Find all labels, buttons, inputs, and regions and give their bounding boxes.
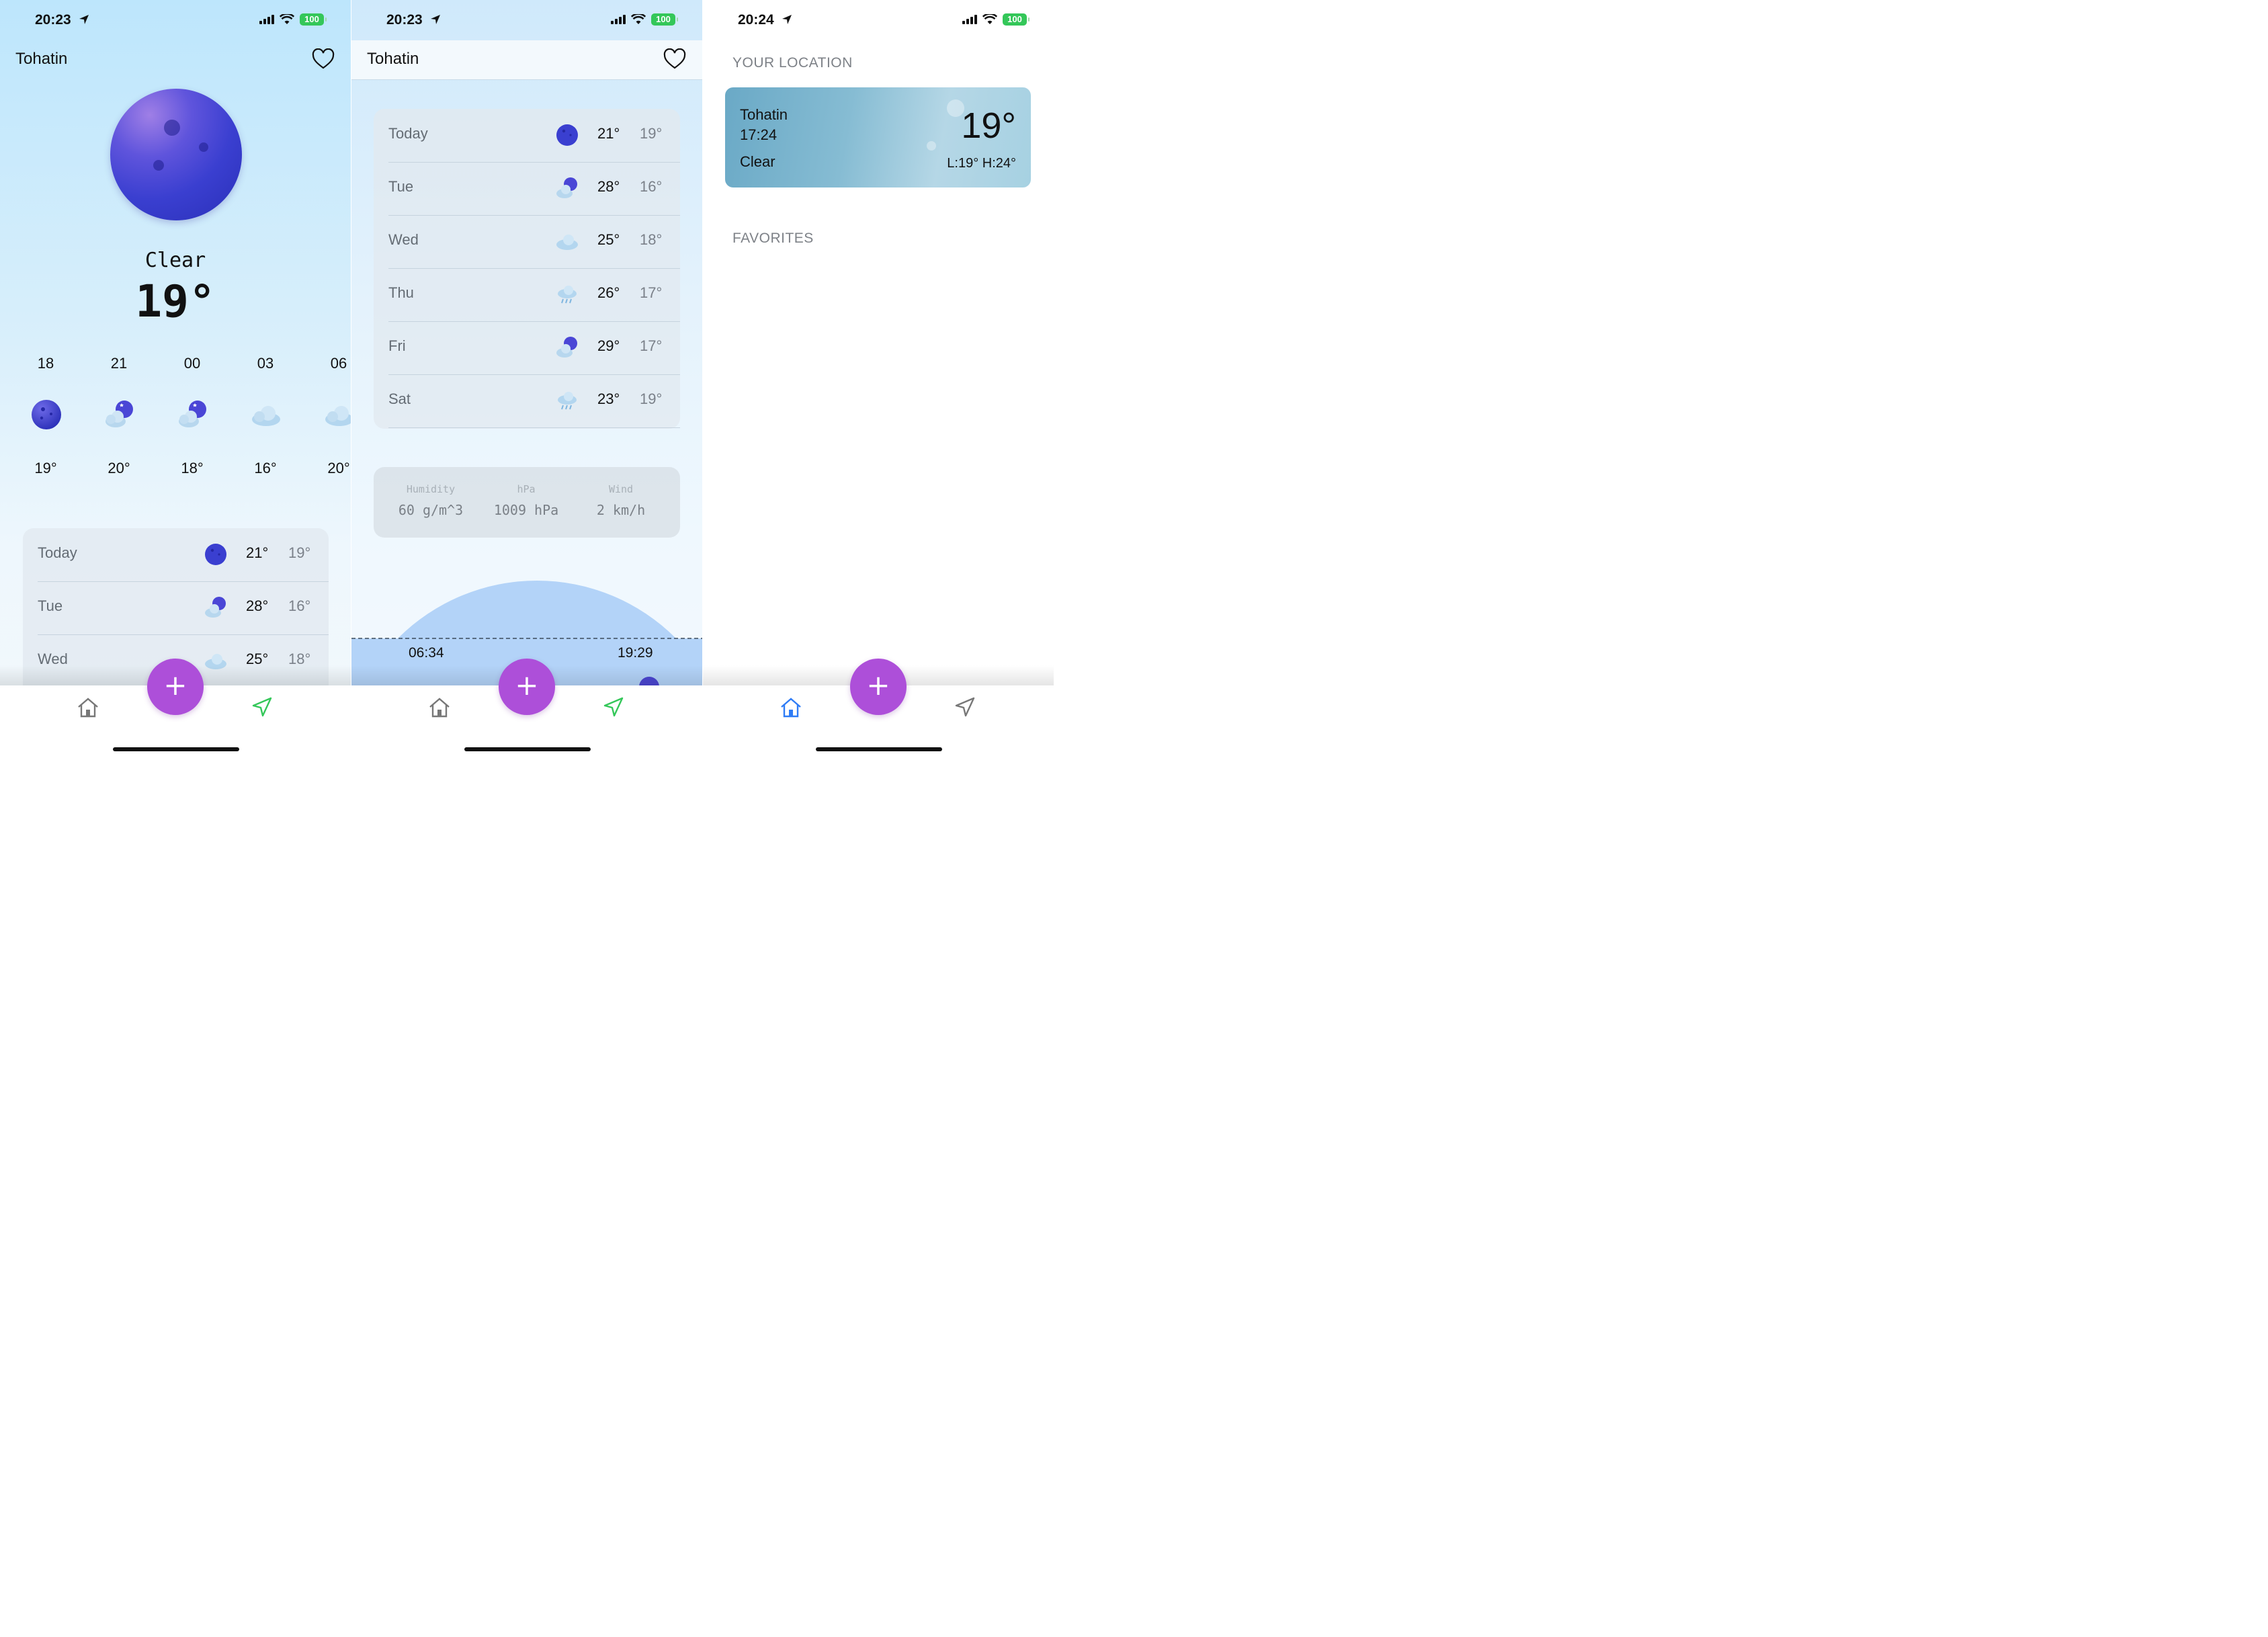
cloud-moon-icon bbox=[106, 401, 133, 427]
daily-row: Sat 23° 19° bbox=[388, 374, 680, 428]
moon-icon bbox=[32, 400, 61, 429]
location-arrow-icon bbox=[79, 15, 89, 24]
hour-item: 18 19° bbox=[9, 355, 82, 476]
location-arrow-icon bbox=[782, 15, 792, 24]
cloud-moon-icon bbox=[556, 337, 577, 358]
daily-row: Thu 26° 17° bbox=[388, 268, 680, 322]
cellular-signal-icon bbox=[259, 15, 274, 24]
weather-home-screen: 20:23 100 Tohatin Clear 19° 18 19° 21 20… bbox=[0, 0, 351, 761]
pressure-stat: hPa 1009 hPa bbox=[493, 483, 559, 518]
weather-stats-card: Humidity 60 g/m^3 hPa 1009 hPa Wind 2 km… bbox=[374, 467, 680, 538]
hour-item: 21 20° bbox=[83, 355, 155, 476]
cloud-moon-icon bbox=[205, 597, 226, 618]
sunrise-time: 06:34 bbox=[409, 645, 444, 661]
wind-stat: Wind 2 km/h bbox=[596, 483, 646, 518]
cloud-moon-icon bbox=[556, 177, 577, 198]
moon-icon bbox=[205, 544, 226, 565]
top-bar: Tohatin bbox=[351, 40, 702, 80]
sunset-time: 19:29 bbox=[618, 645, 653, 661]
battery-indicator: 100 bbox=[651, 13, 678, 26]
moon-icon bbox=[556, 124, 578, 146]
hour-item: 03 16° bbox=[229, 355, 302, 476]
current-condition: Clear bbox=[144, 249, 206, 272]
location-nav-icon[interactable] bbox=[954, 696, 976, 718]
app-screens: 20:23 100 Tohatin Clear 19° 18 19° 21 20… bbox=[0, 0, 1054, 761]
daily-row: Today 21° 19° bbox=[388, 109, 680, 163]
add-button[interactable]: + bbox=[499, 659, 555, 715]
add-button[interactable]: + bbox=[147, 659, 204, 715]
daily-row: Today 21° 19° bbox=[38, 528, 329, 582]
city-name: Tohatin bbox=[15, 50, 68, 68]
hour-item: 00 18° bbox=[156, 355, 228, 476]
hourly-forecast[interactable]: 18 19° 21 20° 00 18° 03 16° 06 20° bbox=[9, 355, 351, 482]
location-card[interactable]: Tohatin 17:24 Clear 19° L:19° H:24° bbox=[725, 87, 1031, 187]
wifi-icon bbox=[631, 14, 646, 24]
rain-cloud-icon bbox=[558, 286, 577, 304]
location-temperature: 19° bbox=[961, 106, 1016, 146]
cellular-signal-icon bbox=[962, 15, 977, 24]
battery-indicator: 100 bbox=[1003, 13, 1030, 26]
location-nav-icon[interactable] bbox=[251, 696, 273, 718]
current-temperature: 19° bbox=[135, 276, 216, 327]
home-indicator bbox=[113, 747, 239, 751]
cloud-icon bbox=[556, 235, 578, 250]
location-condition: Clear bbox=[740, 153, 775, 170]
status-bar: 20:23 100 bbox=[0, 9, 351, 34]
wifi-icon bbox=[982, 14, 997, 24]
daily-row: Tue 28° 16° bbox=[388, 162, 680, 216]
locations-screen: 20:24 100 YOUR LOCATION Tohatin 17:24 Cl… bbox=[703, 0, 1054, 761]
weather-details-screen: 20:23 100 Tohatin Today 21° 19° Tue 28° … bbox=[351, 0, 702, 761]
favorites-heading: FAVORITES bbox=[732, 230, 814, 246]
cellular-signal-icon bbox=[611, 15, 626, 24]
your-location-heading: YOUR LOCATION bbox=[732, 55, 853, 71]
top-bar: Tohatin bbox=[0, 40, 351, 79]
moon-icon bbox=[110, 89, 242, 220]
home-icon[interactable] bbox=[428, 696, 451, 719]
status-time: 20:24 bbox=[735, 12, 793, 28]
wifi-icon bbox=[280, 14, 294, 24]
cloud-icon bbox=[325, 406, 351, 426]
location-arrow-icon bbox=[430, 15, 440, 24]
rain-cloud-icon bbox=[558, 392, 577, 410]
favorite-heart-icon[interactable] bbox=[663, 48, 686, 70]
cloud-icon bbox=[252, 406, 280, 426]
daily-forecast-card: Today 21° 19° Tue 28° 16° Wed 25° 18° Th… bbox=[374, 109, 680, 429]
home-icon[interactable] bbox=[77, 696, 99, 719]
status-time: 20:23 bbox=[32, 12, 90, 28]
status-time: 20:23 bbox=[384, 12, 442, 28]
location-city: Tohatin bbox=[740, 106, 788, 123]
status-bar: 20:24 100 bbox=[703, 9, 1054, 34]
favorite-heart-icon[interactable] bbox=[312, 48, 335, 70]
city-name: Tohatin bbox=[367, 50, 419, 68]
location-low-high: L:19° H:24° bbox=[947, 156, 1016, 171]
humidity-stat: Humidity 60 g/m^3 bbox=[398, 483, 464, 518]
cloud-moon-icon bbox=[179, 401, 206, 427]
status-bar: 20:23 100 bbox=[351, 9, 702, 34]
home-indicator bbox=[816, 747, 942, 751]
daily-row: Fri 29° 17° bbox=[388, 321, 680, 375]
home-icon[interactable] bbox=[780, 696, 802, 719]
hour-item: 06 20° bbox=[302, 355, 351, 476]
daily-row: Wed 25° 18° bbox=[388, 215, 680, 269]
battery-indicator: 100 bbox=[300, 13, 327, 26]
home-indicator bbox=[464, 747, 591, 751]
location-nav-icon[interactable] bbox=[603, 696, 624, 718]
location-time: 17:24 bbox=[740, 126, 778, 143]
daily-row: Tue 28° 16° bbox=[38, 581, 329, 635]
add-button[interactable]: + bbox=[850, 659, 907, 715]
